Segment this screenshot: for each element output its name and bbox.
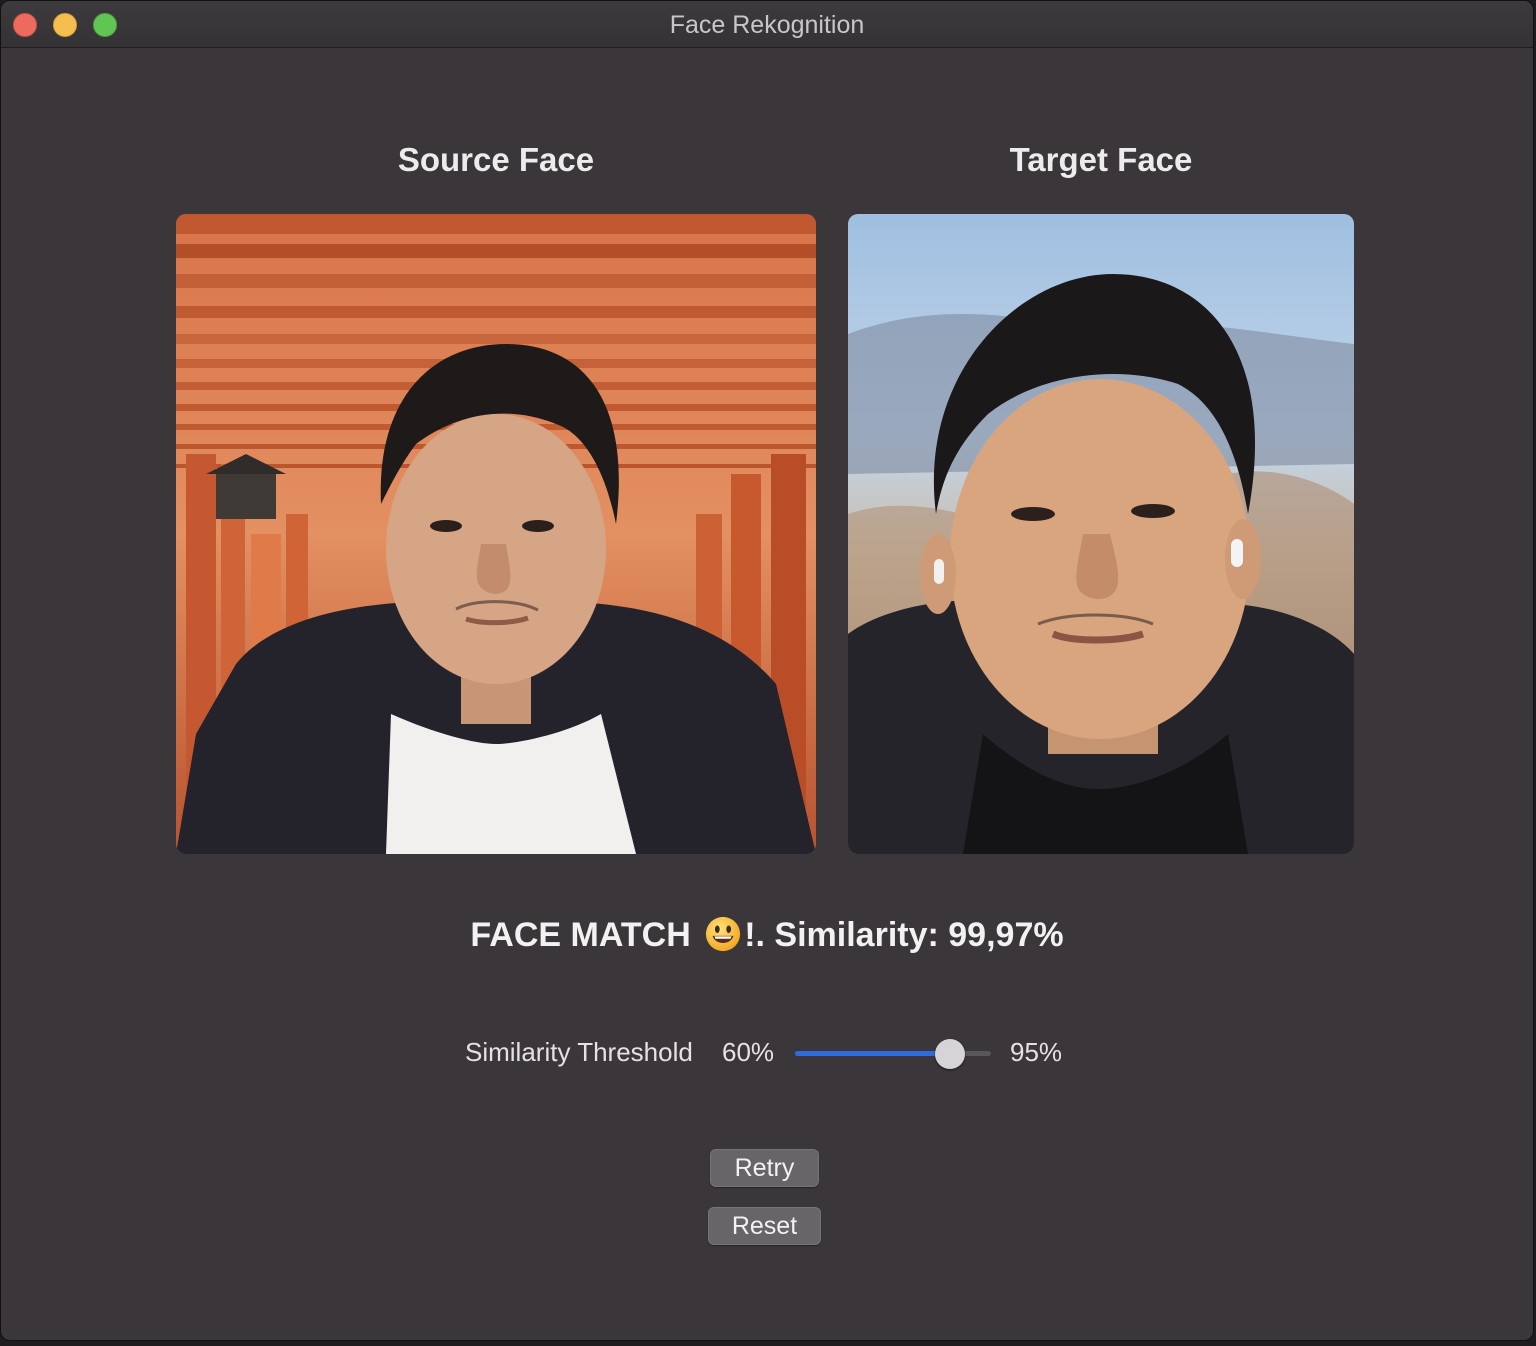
source-face-image[interactable]: [176, 214, 816, 854]
similarity-threshold-label: Similarity Threshold: [465, 1037, 693, 1067]
target-face-image[interactable]: [848, 214, 1354, 854]
reset-button[interactable]: Reset: [708, 1207, 821, 1245]
app-window: Face Rekognition Source Face Target Face: [0, 0, 1534, 1341]
slider-knob[interactable]: [934, 1039, 965, 1069]
target-face-title: Target Face: [1009, 141, 1193, 178]
retry-button[interactable]: Retry: [710, 1149, 819, 1187]
grinning-face-icon: [706, 916, 741, 952]
similarity-threshold-row: Similarity Threshold 60% 95%: [1, 1035, 1533, 1075]
match-result-prefix: FACE MATCH: [470, 916, 691, 954]
match-result-text: FACE MATCH !. Similarity: 99,97%: [1, 915, 1533, 955]
title-bar[interactable]: Face Rekognition: [1, 1, 1533, 48]
window-title: Face Rekognition: [669, 11, 865, 39]
slider-fill: [795, 1051, 950, 1056]
slider-min-label: 60%: [722, 1037, 775, 1067]
similarity-threshold-slider[interactable]: [795, 1035, 991, 1073]
slider-max-label: 95%: [1010, 1037, 1063, 1067]
source-face-title: Source Face: [397, 141, 595, 178]
match-result-suffix: !. Similarity: 99,97%: [744, 916, 1064, 954]
